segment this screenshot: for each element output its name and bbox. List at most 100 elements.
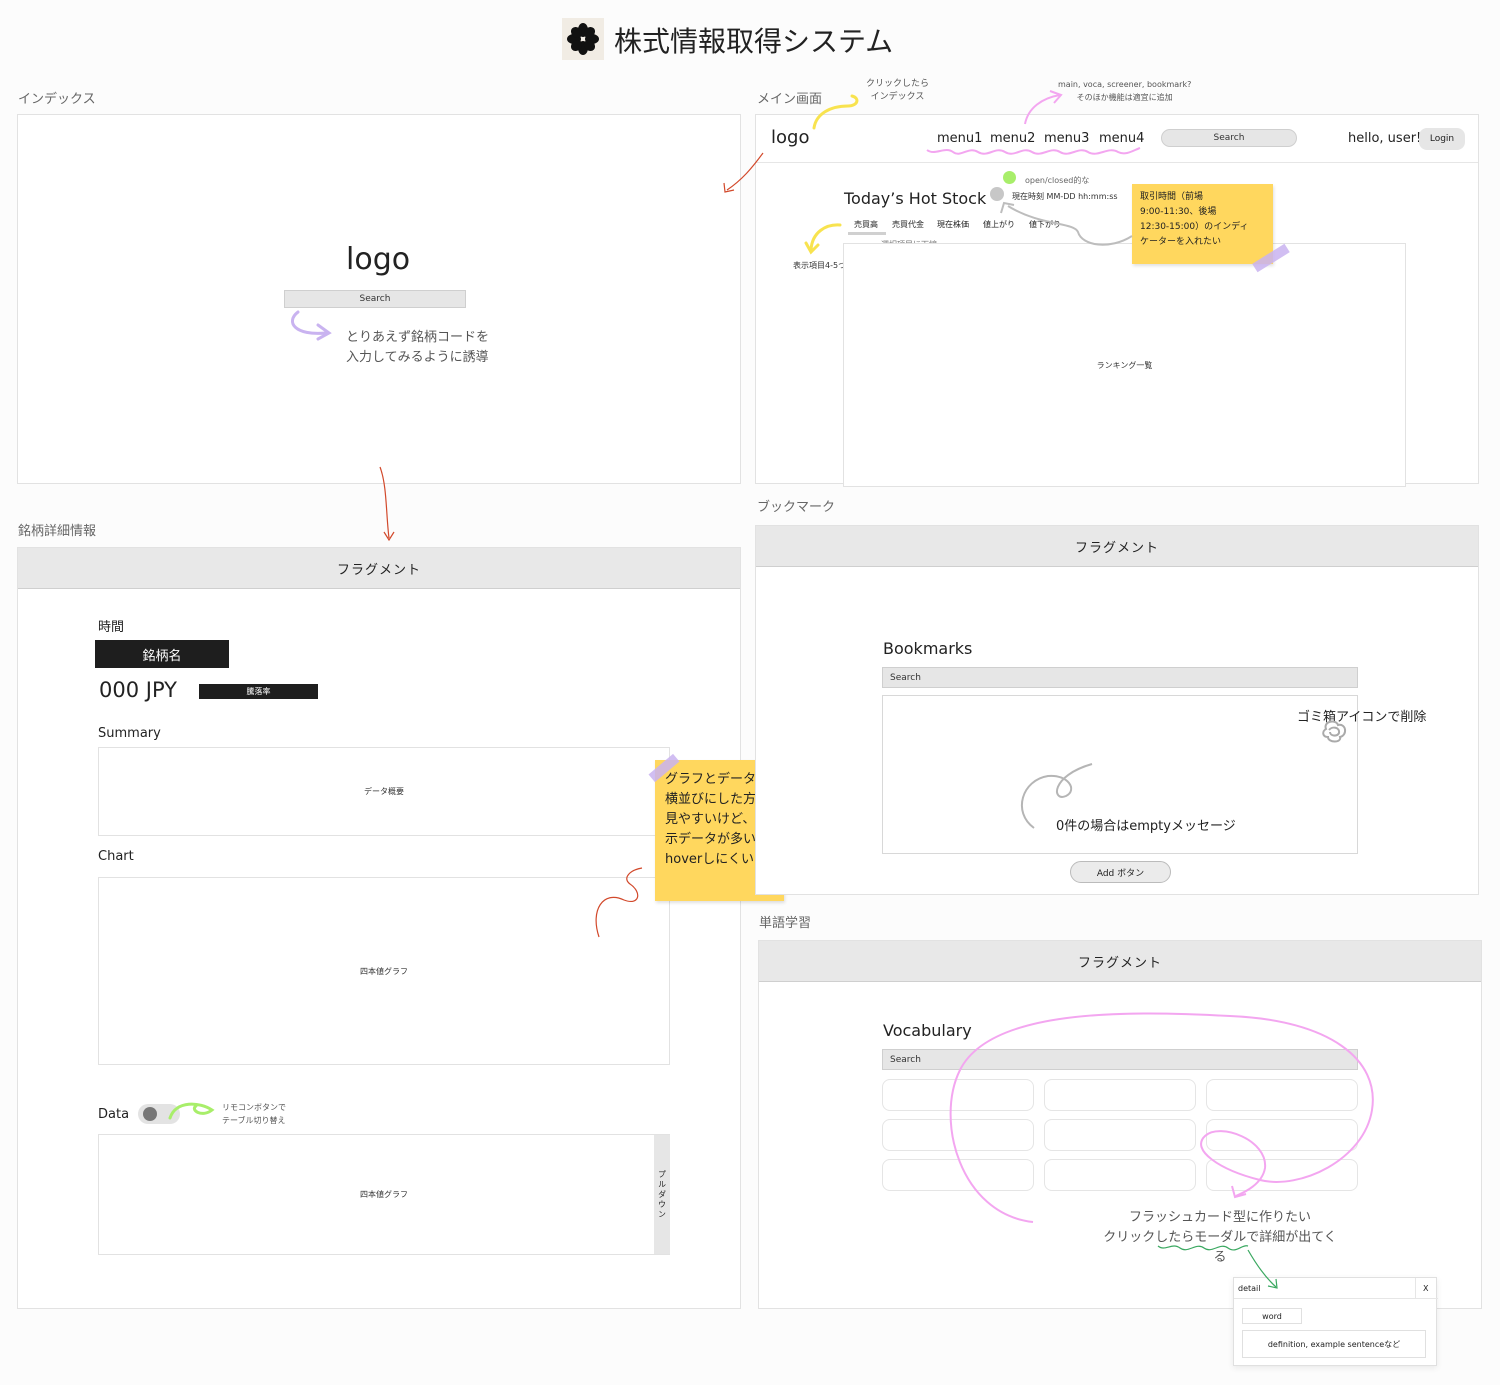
open-closed-note: open/closed的な (1025, 176, 1090, 185)
detail-fragment-header: フラグメント (18, 548, 740, 589)
main-login-button[interactable]: Login (1419, 128, 1465, 150)
flashcard[interactable] (1206, 1119, 1358, 1151)
modal-word: word (1242, 1308, 1302, 1324)
modal-close-divider (1415, 1278, 1416, 1299)
main-sticky-line-2: 9:00-11:30、後場 (1140, 207, 1217, 217)
flashcard[interactable] (882, 1079, 1034, 1111)
ranking-tab-1-underline (848, 232, 886, 235)
stock-name-badge: 銘柄名 (95, 640, 229, 668)
bookmark-search-input[interactable]: Search (882, 667, 1358, 688)
app-logo-box (562, 18, 604, 60)
main-search-placeholder: Search (1213, 133, 1245, 143)
bookmarks-title: Bookmarks (883, 639, 973, 658)
vocab-label: 単語学習 (759, 916, 812, 931)
index-hint: とりあえず銘柄コードを 入力してみるように誘導 (346, 328, 489, 368)
summary-label: Summary (98, 726, 161, 741)
vocab-search-input[interactable]: Search (882, 1049, 1358, 1070)
data-label: Data (98, 1107, 130, 1122)
trash-note: ゴミ箱アイコンで削除 (1297, 710, 1427, 725)
pulldown-label: プルダウン (657, 1169, 667, 1220)
change-rate-badge: 騰落率 (199, 684, 318, 699)
vocab-note-line-1: フラッシュカード型に作りたい (1128, 1210, 1311, 1225)
main-menu-1[interactable]: menu1 (937, 131, 982, 146)
vocabulary-title: Vocabulary (883, 1021, 972, 1040)
flashcard[interactable] (882, 1119, 1034, 1151)
trash-icon[interactable] (1320, 717, 1350, 745)
detail-modal: detail X word definition, example senten… (1233, 1277, 1438, 1366)
vocab-fragment-label: フラグメント (1077, 955, 1162, 971)
index-label: インデックス (18, 92, 96, 107)
main-sticky-note: 取引時間（前場 9:00-11:30、後場 12:30-15:00）のインディ … (1132, 184, 1273, 264)
index-search-input[interactable]: Search (284, 290, 466, 308)
flashcard[interactable] (1044, 1159, 1196, 1191)
index-search-placeholder: Search (359, 294, 391, 304)
flashcard[interactable] (882, 1159, 1034, 1191)
detail-fragment-label: フラグメント (336, 562, 421, 578)
current-time: 現在時刻 MM-DD hh:mm:ss (1012, 192, 1118, 201)
data-toggle[interactable] (138, 1104, 180, 1124)
main-login-label: Login (1429, 134, 1455, 144)
modal-header (1234, 1278, 1438, 1299)
change-rate: 騰落率 (246, 687, 271, 696)
main-menu-3[interactable]: menu3 (1044, 131, 1089, 146)
flashcard[interactable] (1206, 1079, 1358, 1111)
flashcard[interactable] (1044, 1079, 1196, 1111)
add-button[interactable]: Add ボタン (1070, 861, 1171, 883)
main-logo[interactable]: logo (771, 127, 809, 148)
modal-definition: definition, example sentenceなど (1242, 1330, 1426, 1358)
bookmark-search-placeholder: Search (890, 672, 921, 683)
main-menu-2[interactable]: menu2 (990, 131, 1035, 146)
stock-price: 000 JPY (99, 678, 177, 702)
vocab-search-placeholder: Search (890, 1054, 921, 1065)
vocab-note: フラッシュカード型に作りたい クリックしたらモーダルで詳細が出てくる (1099, 1208, 1341, 1268)
market-open-indicator (1003, 171, 1016, 184)
ranking-tab-1[interactable]: 売買高 (854, 219, 878, 230)
toggle-note: リモコンボタンで テーブル切り替え (222, 1101, 286, 1127)
chart-box: 四本値グラフ (98, 877, 670, 1065)
toggle-note-line-2: テーブル切り替え (222, 1116, 286, 1125)
toggle-note-line-1: リモコンボタンで (222, 1103, 286, 1112)
ranking-list: ランキング一覧 (843, 243, 1406, 487)
main-menu-note-line-1: main, voca, screener, bookmark? (1058, 80, 1192, 89)
bookmark-label: ブックマーク (757, 500, 836, 515)
main-label: メイン画面 (757, 92, 823, 107)
modal-close-button[interactable]: X (1423, 1284, 1428, 1293)
main-search-input[interactable]: Search (1161, 129, 1297, 147)
flashcard[interactable] (1206, 1159, 1358, 1191)
data-box-label: 四本値グラフ (360, 1190, 408, 1199)
main-click-note-line-1: クリックしたら (866, 79, 930, 89)
pulldown-bar[interactable]: プルダウン (654, 1135, 670, 1254)
empty-note: 0件の場合はemptyメッセージ (1056, 819, 1236, 834)
detail-label: 銘柄詳細情報 (18, 524, 97, 539)
data-box: 四本値グラフ (98, 1134, 670, 1255)
detail-time: 時間 (98, 620, 125, 635)
main-greeting: hello, user! (1348, 131, 1422, 146)
data-toggle-knob (143, 1107, 157, 1121)
red-arrowhead-to-detail (383, 531, 395, 542)
main-sticky-line-3: 12:30-15:00）のインディ (1140, 222, 1249, 232)
bookmark-fragment-header: フラグメント (756, 526, 1478, 567)
modal-definition-label: definition, example sentenceなど (1267, 1339, 1401, 1349)
summary-box-label: データ概要 (364, 787, 404, 796)
ranking-tab-2[interactable]: 売買代金 (892, 219, 924, 230)
ranking-list-label: ランキング一覧 (1096, 360, 1153, 370)
flower-logo-icon (567, 23, 599, 55)
ranking-tab-4[interactable]: 値上がり (983, 219, 1015, 230)
hot-stock-title: Today’s Hot Stock (844, 189, 987, 208)
flashcard[interactable] (1044, 1119, 1196, 1151)
main-sticky-line-4: ケーターを入れたい (1140, 237, 1222, 247)
ranking-tab-5[interactable]: 値下がり (1029, 219, 1061, 230)
chart-label: Chart (98, 849, 134, 864)
main-menu-4[interactable]: menu4 (1099, 131, 1144, 146)
main-click-note-line-2: インデックス (870, 92, 925, 102)
bookmark-fragment-label: フラグメント (1074, 540, 1159, 556)
vocab-note-line-2: クリックしたらモーダルで詳細が出てくる (1103, 1230, 1337, 1265)
ranking-tab-3[interactable]: 現在株価 (937, 219, 969, 230)
page-title: 株式情報取得システム (614, 25, 894, 58)
main-sticky-line-1: 取引時間（前場 (1140, 192, 1204, 202)
index-hint-line-2: 入力してみるように誘導 (346, 350, 489, 365)
modal-word-label: word (1262, 1311, 1282, 1321)
vocab-fragment-header: フラグメント (759, 941, 1481, 982)
chart-box-label: 四本値グラフ (360, 966, 408, 976)
clock-indicator (990, 187, 1004, 201)
